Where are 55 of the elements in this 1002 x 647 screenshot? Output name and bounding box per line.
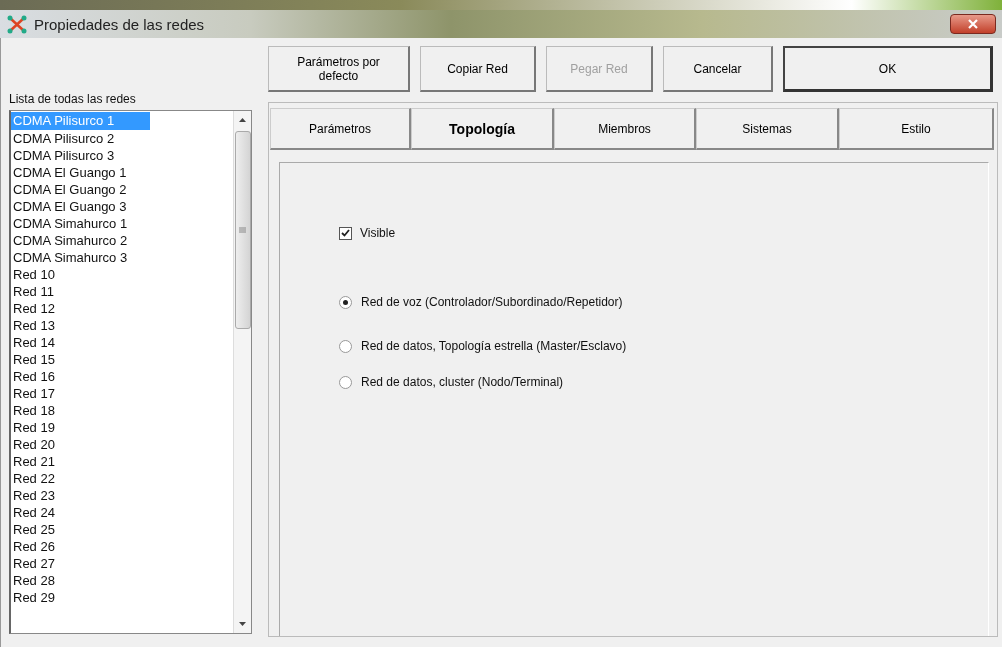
tab[interactable]: Miembros bbox=[554, 108, 696, 150]
network-list-item[interactable]: Red 25 bbox=[11, 521, 57, 537]
dialog-button[interactable]: Cancelar bbox=[663, 46, 773, 92]
scrollbar[interactable] bbox=[233, 111, 251, 633]
network-list-item[interactable]: Red 18 bbox=[11, 402, 57, 418]
network-list-item[interactable]: CDMA Simahurco 1 bbox=[11, 215, 130, 231]
network-list-item[interactable]: Red 12 bbox=[11, 300, 57, 316]
scroll-up-icon[interactable] bbox=[238, 117, 247, 123]
window-title: Propiedades de las redes bbox=[34, 15, 205, 33]
network-listbox[interactable] bbox=[9, 110, 252, 634]
close-icon[interactable] bbox=[967, 19, 979, 29]
network-list-item[interactable]: CDMA Pilisurco 2 bbox=[11, 130, 117, 146]
network-list-item[interactable]: Red 23 bbox=[11, 487, 57, 503]
dialog-button[interactable]: Parámetros por defecto bbox=[268, 46, 410, 92]
dialog-button[interactable]: OK bbox=[783, 46, 993, 92]
dialog-button[interactable]: Copiar Red bbox=[420, 46, 536, 92]
network-list-item[interactable]: CDMA El Guango 1 bbox=[11, 164, 129, 180]
network-list-item[interactable]: Red 10 bbox=[11, 266, 57, 282]
tab[interactable]: Topología bbox=[411, 108, 554, 150]
tab[interactable]: Parámetros bbox=[270, 108, 411, 150]
network-list-item[interactable]: Red 20 bbox=[11, 436, 57, 452]
network-list-item[interactable]: Red 15 bbox=[11, 351, 57, 367]
network-list-item[interactable]: Red 28 bbox=[11, 572, 57, 588]
network-list-item[interactable]: Red 19 bbox=[11, 419, 57, 435]
network-list-item[interactable]: Red 11 bbox=[11, 283, 56, 299]
network-list-item[interactable]: Red 29 bbox=[11, 589, 57, 605]
checkbox[interactable] bbox=[339, 226, 352, 240]
network-list-item[interactable]: Red 21 bbox=[11, 453, 57, 469]
network-list-item[interactable]: Red 24 bbox=[11, 504, 57, 520]
close-button[interactable] bbox=[950, 14, 996, 34]
tab[interactable]: Estilo bbox=[839, 108, 994, 150]
scrollbar-thumb[interactable] bbox=[234, 131, 251, 329]
network-list-item[interactable]: CDMA El Guango 2 bbox=[11, 181, 129, 197]
network-list-item[interactable]: Red 27 bbox=[11, 555, 57, 571]
tab[interactable]: Sistemas bbox=[696, 108, 839, 150]
network-list-item[interactable]: Red 13 bbox=[11, 317, 57, 333]
network-list-item[interactable]: CDMA El Guango 3 bbox=[11, 198, 129, 214]
network-list-item[interactable]: CDMA Simahurco 3 bbox=[11, 249, 130, 265]
network-list-item[interactable]: CDMA Simahurco 2 bbox=[11, 232, 130, 248]
radio-label: Red de datos, cluster (Nodo/Terminal) bbox=[361, 375, 564, 389]
network-list-item[interactable]: CDMA Pilisurco 3 bbox=[11, 147, 117, 163]
radio-button[interactable] bbox=[339, 339, 352, 353]
network-list-item[interactable]: Red 14 bbox=[11, 334, 57, 350]
radio-label: Red de voz (Controlador/Subordinado/Repetidor) bbox=[361, 295, 623, 309]
radio-button[interactable] bbox=[339, 295, 352, 309]
network-list-item[interactable]: Red 17 bbox=[11, 385, 57, 401]
network-list-item[interactable]: Red 26 bbox=[11, 538, 57, 554]
radio-label: Red de datos, Topología estrella (Master/Esclavo) bbox=[361, 339, 627, 353]
network-nodes-icon bbox=[6, 14, 28, 34]
checkbox-label: Visible bbox=[360, 226, 396, 240]
network-list-item[interactable]: Red 16 bbox=[11, 368, 57, 384]
radio-button[interactable] bbox=[339, 375, 352, 389]
scroll-down-icon[interactable] bbox=[238, 621, 247, 627]
list-label: Lista de todas las redes bbox=[9, 92, 137, 106]
network-list-item[interactable]: Red 22 bbox=[11, 470, 57, 486]
